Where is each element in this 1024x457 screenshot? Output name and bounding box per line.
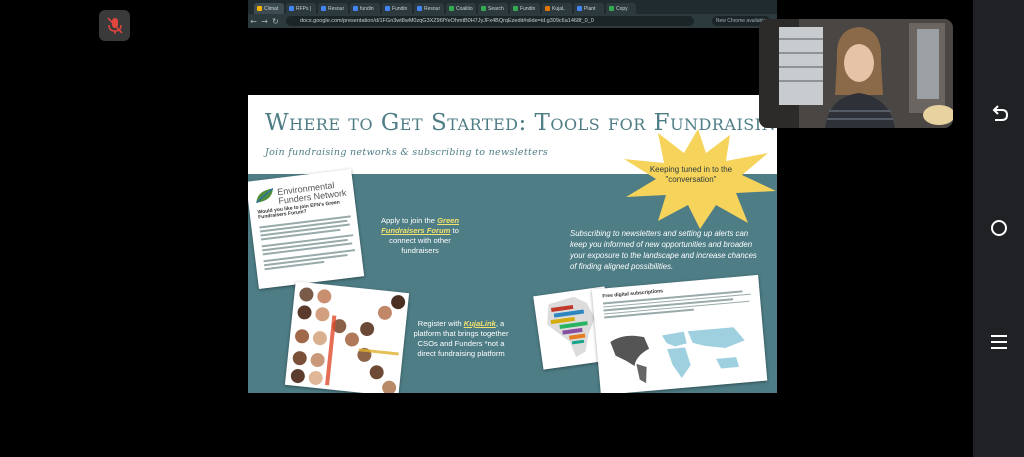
home-icon <box>990 220 1007 236</box>
browser-tab-strip: Climat RFPs | Resour fundin Fundin Resour Coal… <box>248 0 777 14</box>
tab-favicon-icon <box>321 6 326 11</box>
browser-tab[interactable]: KujaL <box>542 3 572 14</box>
tab-label: Climat <box>264 5 279 12</box>
tab-label: KujaL <box>552 5 565 12</box>
world-map <box>610 327 745 384</box>
subscriptions-map-image: Free digital subscriptions <box>591 274 768 393</box>
tab-label: Search <box>488 5 504 12</box>
tab-label: Coalitio <box>456 5 473 12</box>
tab-favicon-icon <box>353 6 358 11</box>
browser-tab[interactable]: Fundin <box>382 3 412 14</box>
browser-tab[interactable]: Climat <box>254 3 284 14</box>
home-button[interactable] <box>973 208 1024 248</box>
leaf-logo-icon <box>255 188 274 204</box>
participant-image <box>759 19 953 128</box>
browser-tab[interactable]: Coalitio <box>446 3 476 14</box>
shared-screen: Climat RFPs | Resour fundin Fundin Resour Coal… <box>248 0 777 457</box>
tab-label: Plant <box>584 5 596 12</box>
recents-button[interactable] <box>973 322 1024 362</box>
tab-favicon-icon <box>545 6 550 11</box>
tab-label: Fundin <box>392 5 408 12</box>
back-icon <box>992 105 1008 121</box>
slide-subtitle: Join fundraising networks & subscribing … <box>265 147 549 158</box>
alerts-text: Subscribing to newsletters and setting u… <box>570 229 757 271</box>
kujalink-photo-collage <box>284 281 410 393</box>
efn-document-image: Environmental Funders Network Would you … <box>248 168 365 290</box>
forward-arrow-icon[interactable]: → <box>259 17 270 26</box>
gff-caption: Apply to join the Green Fundraisers Foru… <box>380 216 460 255</box>
tab-favicon-icon <box>609 6 614 11</box>
browser-tab[interactable]: RFPs | <box>286 3 316 14</box>
browser-tab[interactable]: Resour <box>318 3 348 14</box>
browser-tab[interactable]: Search <box>478 3 508 14</box>
browser-tab[interactable]: Plant <box>574 3 604 14</box>
kujalink-caption: Register with KujaLink, a platform that … <box>413 319 509 358</box>
reload-icon[interactable]: ↻ <box>270 17 281 26</box>
back-button[interactable] <box>973 94 1024 134</box>
tab-label: Fundin <box>520 5 536 12</box>
starburst-text: Keeping tuned in to the "conversation" <box>649 165 733 184</box>
back-arrow-icon[interactable]: ← <box>248 17 259 26</box>
browser-tab[interactable]: fundin <box>350 3 380 14</box>
presentation-slide: Where to Get Started: Tools for Fundrais… <box>248 95 777 393</box>
tab-label: RFPs | <box>296 5 312 12</box>
tab-favicon-icon <box>513 6 518 11</box>
mute-button[interactable] <box>99 10 130 41</box>
tab-favicon-icon <box>481 6 486 11</box>
tab-favicon-icon <box>417 6 422 11</box>
tab-favicon-icon <box>577 6 582 11</box>
tab-favicon-icon <box>385 6 390 11</box>
tab-favicon-icon <box>289 6 294 11</box>
mic-off-icon <box>106 16 123 34</box>
recents-icon <box>990 335 1007 349</box>
tab-favicon-icon <box>449 6 454 11</box>
tab-label: Resour <box>424 5 441 12</box>
document-text-lines <box>259 215 356 272</box>
participant-video[interactable] <box>759 19 953 128</box>
browser-tab[interactable]: Copy <box>606 3 636 14</box>
tab-label: fundin <box>360 5 374 12</box>
tab-label: Copy <box>616 5 628 12</box>
browser-tab[interactable]: Fundin <box>510 3 540 14</box>
system-navigation-bar <box>973 0 1024 457</box>
address-bar[interactable]: docs.google.com/presentation/d/1FGn3wt8w… <box>286 16 694 26</box>
browser-toolbar: ← → ↻ docs.google.com/presentation/d/1FG… <box>248 14 777 28</box>
tab-label: Resour <box>328 5 345 12</box>
portrait-collage <box>290 287 406 393</box>
kujalink-link[interactable]: KujaLink <box>464 319 496 328</box>
url-text: docs.google.com/presentation/d/1FGn3wt8w… <box>300 18 594 24</box>
tab-favicon-icon <box>257 6 262 11</box>
browser-tab[interactable]: Resour <box>414 3 444 14</box>
